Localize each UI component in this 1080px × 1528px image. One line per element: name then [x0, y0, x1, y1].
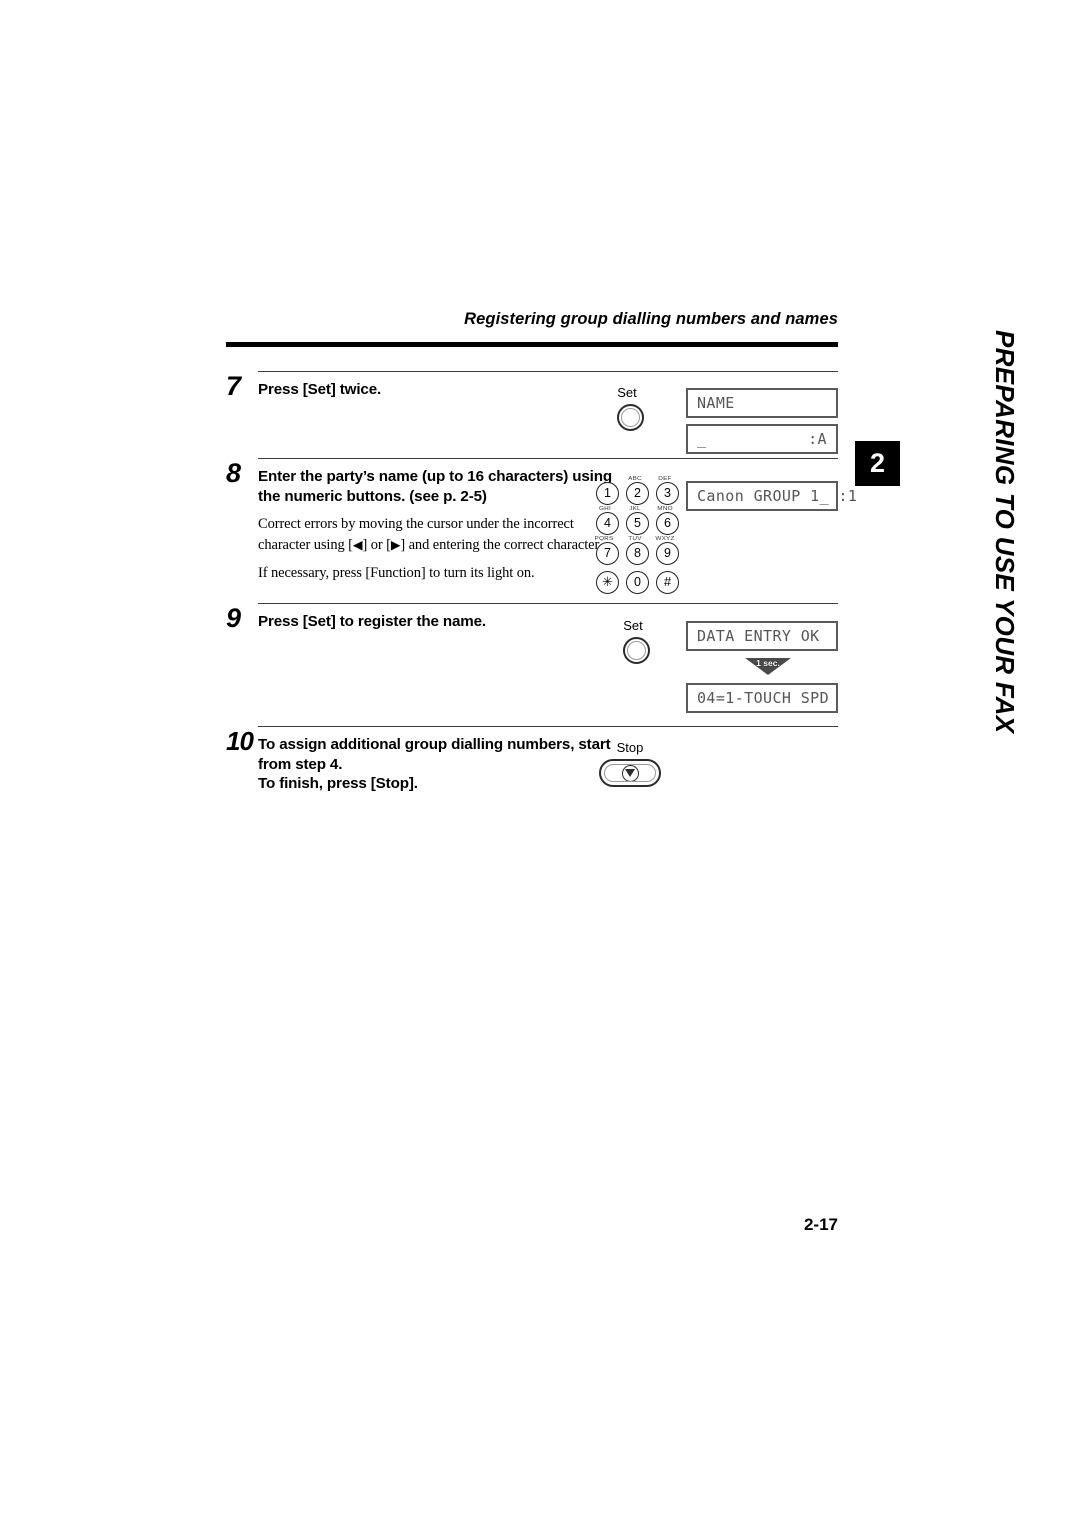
key-1[interactable]: 1: [596, 482, 619, 505]
step-heading: To assign additional group dialling numb…: [258, 736, 611, 773]
key-letters-6: MNO: [657, 505, 673, 512]
step-divider: [258, 603, 838, 604]
lcd-display-touch-spd: 04=1-TOUCH SPD: [686, 683, 838, 713]
step-number: 10: [226, 726, 254, 756]
key-7[interactable]: 7: [596, 542, 619, 565]
manual-page: Registering group dialling numbers and n…: [0, 0, 1080, 1528]
page-number: 2-17: [803, 1215, 838, 1234]
key-letters-9: WXYZ: [655, 535, 675, 542]
step-divider: [258, 371, 838, 372]
chapter-title-vertical: PREPARING TO USE YOUR FAX: [990, 330, 1020, 734]
paragraph-line-2a: character using [: [258, 536, 353, 553]
step-content: Press [Set] twice.: [258, 380, 618, 400]
key-0[interactable]: 0: [626, 571, 649, 594]
stop-button[interactable]: [599, 759, 661, 787]
step-content: Enter the party’s name (up to 16 charact…: [258, 467, 618, 584]
set-button[interactable]: [617, 404, 644, 431]
key-letters-7: PQRS: [594, 535, 614, 542]
transition-label: 1 sec.: [756, 658, 780, 668]
step-number: 9: [226, 603, 242, 633]
key-letters-4: GHI: [599, 505, 611, 512]
step-paragraph-2: If necessary, press [Function] to turn i…: [258, 565, 535, 582]
key-4[interactable]: 4: [596, 512, 619, 535]
step-number: 7: [226, 371, 242, 401]
lcd-text-left: _: [697, 430, 707, 448]
step-heading: Press [Set] to register the name.: [258, 613, 487, 630]
step-number: 8: [226, 458, 242, 488]
set-button-label: Set: [617, 385, 637, 400]
key-asterisk[interactable]: ✳: [596, 571, 619, 594]
key-letters-5: JKL: [629, 505, 641, 512]
set-button-label: Set: [623, 618, 643, 633]
transition-arrow: 1 sec.: [745, 658, 791, 676]
lcd-display-data-entry-ok: DATA ENTRY OK: [686, 621, 838, 651]
paragraph-line-1: Correct errors by moving the cursor unde…: [258, 516, 574, 532]
key-3[interactable]: 3: [656, 482, 679, 505]
stop-button-label: Stop: [616, 740, 644, 755]
key-6[interactable]: 6: [656, 512, 679, 535]
paragraph-line-2b: ] or [: [362, 536, 391, 553]
lcd-display-group-name: Canon GROUP 1_ :1: [686, 481, 857, 511]
step-divider: [258, 726, 838, 727]
step-8: 8 Enter the party’s name (up to 16 chara…: [226, 458, 838, 593]
chapter-number-tab: 2: [855, 441, 900, 486]
step-paragraph: Correct errors by moving the cursor unde…: [258, 515, 618, 555]
key-9[interactable]: 9: [656, 542, 679, 565]
step-heading-2: To finish, press [Stop].: [258, 775, 418, 792]
step-divider: [258, 458, 838, 459]
step-10: 10 To assign additional group dialling n…: [226, 726, 838, 816]
key-letters-3: DEF: [658, 475, 672, 482]
right-arrow-icon: ▶: [390, 536, 401, 552]
lcd-text: DATA ENTRY OK: [697, 627, 820, 645]
lcd-display-name-entry: _ :A: [686, 424, 838, 454]
step-heading: Press [Set] twice.: [258, 381, 382, 398]
lcd-text-right: :A: [808, 430, 827, 448]
step-content: Press [Set] to register the name.: [258, 612, 618, 632]
step-heading: Enter the party’s name (up to 16 charact…: [258, 468, 613, 505]
key-8[interactable]: 8: [626, 542, 649, 565]
set-button[interactable]: [623, 637, 650, 664]
key-hash[interactable]: #: [656, 571, 679, 594]
lcd-text: 04=1-TOUCH SPD: [697, 689, 830, 707]
key-letters-2: ABC: [628, 475, 642, 482]
numeric-keypad: ABC DEF 1 2 3 GHI JKL MNO 4 5 6 PQRS TUV…: [594, 475, 686, 594]
running-head: Registering group dialling numbers and n…: [464, 310, 838, 328]
key-letters-8: TUV: [628, 535, 642, 542]
step-content: To assign additional group dialling numb…: [258, 735, 628, 794]
lcd-text: Canon GROUP 1_ :1: [697, 487, 858, 505]
lcd-display-name: NAME: [686, 388, 838, 418]
stop-triangle-icon: [621, 764, 639, 782]
paragraph-line-2c: ] and entering the correct: [400, 536, 544, 553]
lcd-text: NAME: [697, 394, 735, 412]
header-rule: [226, 342, 838, 347]
left-arrow-icon: ◀: [352, 536, 363, 552]
key-2[interactable]: 2: [626, 482, 649, 505]
key-5[interactable]: 5: [626, 512, 649, 535]
